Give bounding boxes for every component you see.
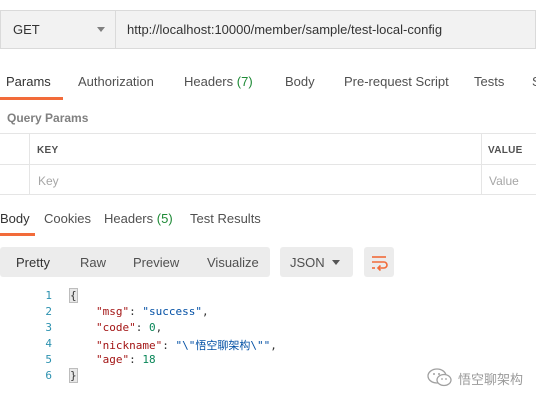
tab-params[interactable]: Params [6,74,51,89]
divider [0,194,536,195]
tab-label: Pre-request Script [344,74,449,89]
watermark: 悟空聊架构 [424,364,534,390]
json-separator: : [135,321,149,334]
tab-label: Cookies [44,211,91,226]
tab-test-results[interactable]: Test Results [190,211,261,226]
watermark-text: 悟空聊架构 [458,372,524,387]
close-brace: } [69,368,78,383]
wechat-icon [427,368,452,387]
request-tabs: Params Authorization Headers (7) Body Pr… [0,64,536,100]
json-value: "success" [142,305,202,318]
json-key: "code" [96,321,136,334]
tab-label: Test Results [190,211,261,226]
tab-headers[interactable]: Headers (7) [184,74,253,89]
active-tab-indicator [0,97,63,100]
line-number: 3 [45,321,52,334]
code-line: } [69,368,78,383]
format-label: JSON [290,255,325,270]
code-line: "code": 0, [96,321,162,334]
json-comma: , [155,321,163,334]
headers-count: (7) [236,74,253,89]
tab-body[interactable]: Body [285,74,315,89]
column-header-key: KEY [37,145,59,156]
line-number: 5 [45,353,52,366]
tab-label: Tests [474,74,505,89]
active-tab-indicator [0,233,35,236]
divider [0,133,536,134]
tab-label: Headers [104,211,154,226]
query-params-title: Query Params [7,111,89,125]
query-params-table: KEY VALUE Key Value [0,133,536,195]
code-line: { [69,288,78,303]
view-mode-group: Pretty Raw Preview Visualize [0,247,270,277]
url-input[interactable]: http://localhost:10000/member/sample/tes… [116,10,536,49]
json-value: 18 [142,353,156,366]
json-value: "\"悟空聊架构\"" [175,339,271,352]
visualize-button[interactable]: Visualize [207,255,259,270]
tab-response-headers[interactable]: Headers (5) [104,211,173,226]
tab-authorization[interactable]: Authorization [78,74,154,89]
value-input[interactable]: Value [489,174,519,188]
method-label: GET [13,22,40,37]
tab-label: Body [285,74,315,89]
chevron-down-icon [332,260,340,265]
json-separator: : [129,353,143,366]
code-line: "age": 18 [96,353,156,366]
json-comma: , [201,305,209,318]
column-header-value: VALUE [488,145,523,156]
url-text: http://localhost:10000/member/sample/tes… [127,22,443,37]
code-line: "msg": "success", [96,305,209,318]
raw-button[interactable]: Raw [80,255,106,270]
response-tabs: Body Cookies Headers (5) Test Results [0,203,536,236]
json-comma: , [270,339,277,352]
open-brace: { [69,288,78,303]
json-key: "msg" [96,305,130,318]
line-number: 1 [45,289,52,302]
format-select[interactable]: JSON [280,247,353,277]
json-value: 0 [149,321,156,334]
response-headers-count: (5) [156,211,173,226]
code-line: "nickname": "\"悟空聊架构\"", [96,337,277,353]
method-select[interactable]: GET [0,10,116,49]
tab-label: Params [6,74,51,89]
tab-response-body[interactable]: Body [0,211,30,226]
divider [0,164,536,165]
divider [481,133,482,195]
request-bar: GET http://localhost:10000/member/sample… [0,10,536,49]
json-key: "nickname" [96,339,163,352]
tab-label: S [532,74,536,89]
tab-pre-request-script[interactable]: Pre-request Script [344,74,449,89]
wrap-lines-icon [372,256,388,272]
key-input[interactable]: Key [38,174,59,188]
tab-cookies[interactable]: Cookies [44,211,91,226]
pretty-button[interactable]: Pretty [16,255,50,270]
json-separator: : [129,305,143,318]
line-number: 6 [45,369,52,382]
wrap-lines-button[interactable] [364,247,394,277]
tab-label: Headers [184,74,234,89]
json-key: "age" [96,353,130,366]
tab-tests[interactable]: Tests [474,74,504,89]
chevron-down-icon [97,27,105,32]
json-separator: : [162,339,176,352]
tab-label: Authorization [78,74,154,89]
line-number: 2 [45,305,52,318]
preview-button[interactable]: Preview [133,255,179,270]
tab-label: Body [0,211,30,226]
tab-settings[interactable]: S [532,74,536,89]
divider [29,133,30,195]
line-number: 4 [45,337,52,350]
